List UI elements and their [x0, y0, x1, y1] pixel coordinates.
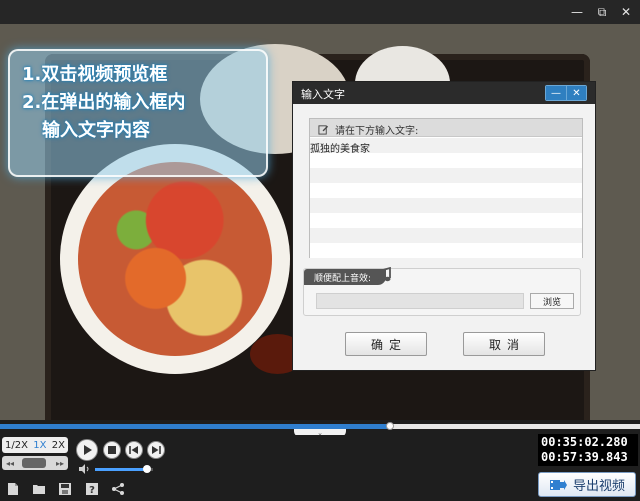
current-time: 00:35:02.280: [541, 435, 628, 449]
text-section-header: 请在下方输入文字:: [310, 119, 582, 137]
prev-frame-button[interactable]: [125, 441, 143, 459]
hint-line-2: 2.在弹出的输入框内: [22, 92, 186, 113]
speed-slider-thumb[interactable]: [22, 458, 46, 468]
play-icon: [84, 445, 92, 455]
text-input-area[interactable]: 请在下方输入文字: 孤独的美食家: [309, 118, 583, 258]
stop-icon: [108, 446, 116, 454]
speed-slider[interactable]: ◂◂ ▸▸: [2, 456, 68, 470]
speed-slower-icon[interactable]: ◂◂: [6, 459, 14, 468]
speed-double-button[interactable]: 2X: [52, 440, 65, 451]
text-lines: [310, 138, 582, 258]
new-file-icon[interactable]: [6, 482, 20, 496]
speed-normal-button[interactable]: 1X: [33, 440, 46, 451]
text-section-label: 请在下方输入文字:: [335, 125, 419, 137]
help-icon[interactable]: ?: [85, 482, 99, 496]
speed-faster-icon[interactable]: ▸▸: [56, 459, 64, 468]
play-button[interactable]: [76, 439, 98, 461]
close-button[interactable]: ✕: [617, 3, 635, 21]
save-icon[interactable]: [58, 482, 72, 496]
prev-frame-icon: [129, 446, 138, 454]
hint-line-1: 1.双击视频预览框: [22, 64, 168, 85]
minimize-button[interactable]: —: [568, 3, 586, 21]
audio-section-label: 顺便配上音效:: [304, 269, 386, 285]
edit-icon: [318, 124, 329, 135]
export-video-icon: [549, 479, 567, 490]
dialog-minimize-button[interactable]: —: [546, 86, 566, 100]
audio-section: 顺便配上音效: 浏览: [303, 267, 581, 316]
volume-level: [95, 468, 148, 471]
export-video-button[interactable]: 导出视频: [538, 472, 636, 497]
restore-button[interactable]: ⧉: [593, 3, 611, 21]
input-text-dialog: 输入文字 — ✕ 请在下方输入文字: 孤独的美食家 顺便配上音效: 浏览 确定 …: [292, 81, 596, 371]
share-icon[interactable]: [111, 482, 125, 496]
browse-button[interactable]: 浏览: [530, 293, 574, 309]
video-frame-food: [78, 162, 272, 356]
open-folder-icon[interactable]: [32, 482, 46, 496]
hint-line-3: 输入文字内容: [42, 120, 150, 141]
text-value: 孤独的美食家: [310, 144, 370, 155]
cancel-button[interactable]: 取消: [463, 332, 545, 356]
dialog-title: 输入文字: [301, 88, 345, 101]
ok-button[interactable]: 确定: [345, 332, 427, 356]
time-display: 00:35:02.280 00:57:39.843: [538, 434, 638, 466]
dialog-close-button[interactable]: ✕: [566, 86, 586, 100]
speed-half-button[interactable]: 1/2X: [5, 440, 28, 451]
instruction-hint: 1.双击视频预览框 2.在弹出的输入框内 输入文字内容: [8, 49, 268, 177]
next-frame-icon: [152, 446, 161, 454]
stop-button[interactable]: [103, 441, 121, 459]
svg-text:?: ?: [89, 485, 95, 496]
speed-selector: 1/2X 1X 2X: [2, 437, 68, 453]
volume-icon[interactable]: [78, 463, 90, 475]
window-titlebar: — ⧉ ✕: [0, 0, 640, 24]
next-frame-button[interactable]: [147, 441, 165, 459]
dialog-titlebar: 输入文字 — ✕: [293, 82, 595, 104]
music-note-icon: [377, 267, 391, 284]
export-video-label: 导出视频: [572, 479, 625, 494]
audio-path-field[interactable]: [316, 293, 524, 309]
total-time: 00:57:39.843: [541, 450, 628, 464]
dialog-window-buttons: — ✕: [545, 85, 587, 101]
